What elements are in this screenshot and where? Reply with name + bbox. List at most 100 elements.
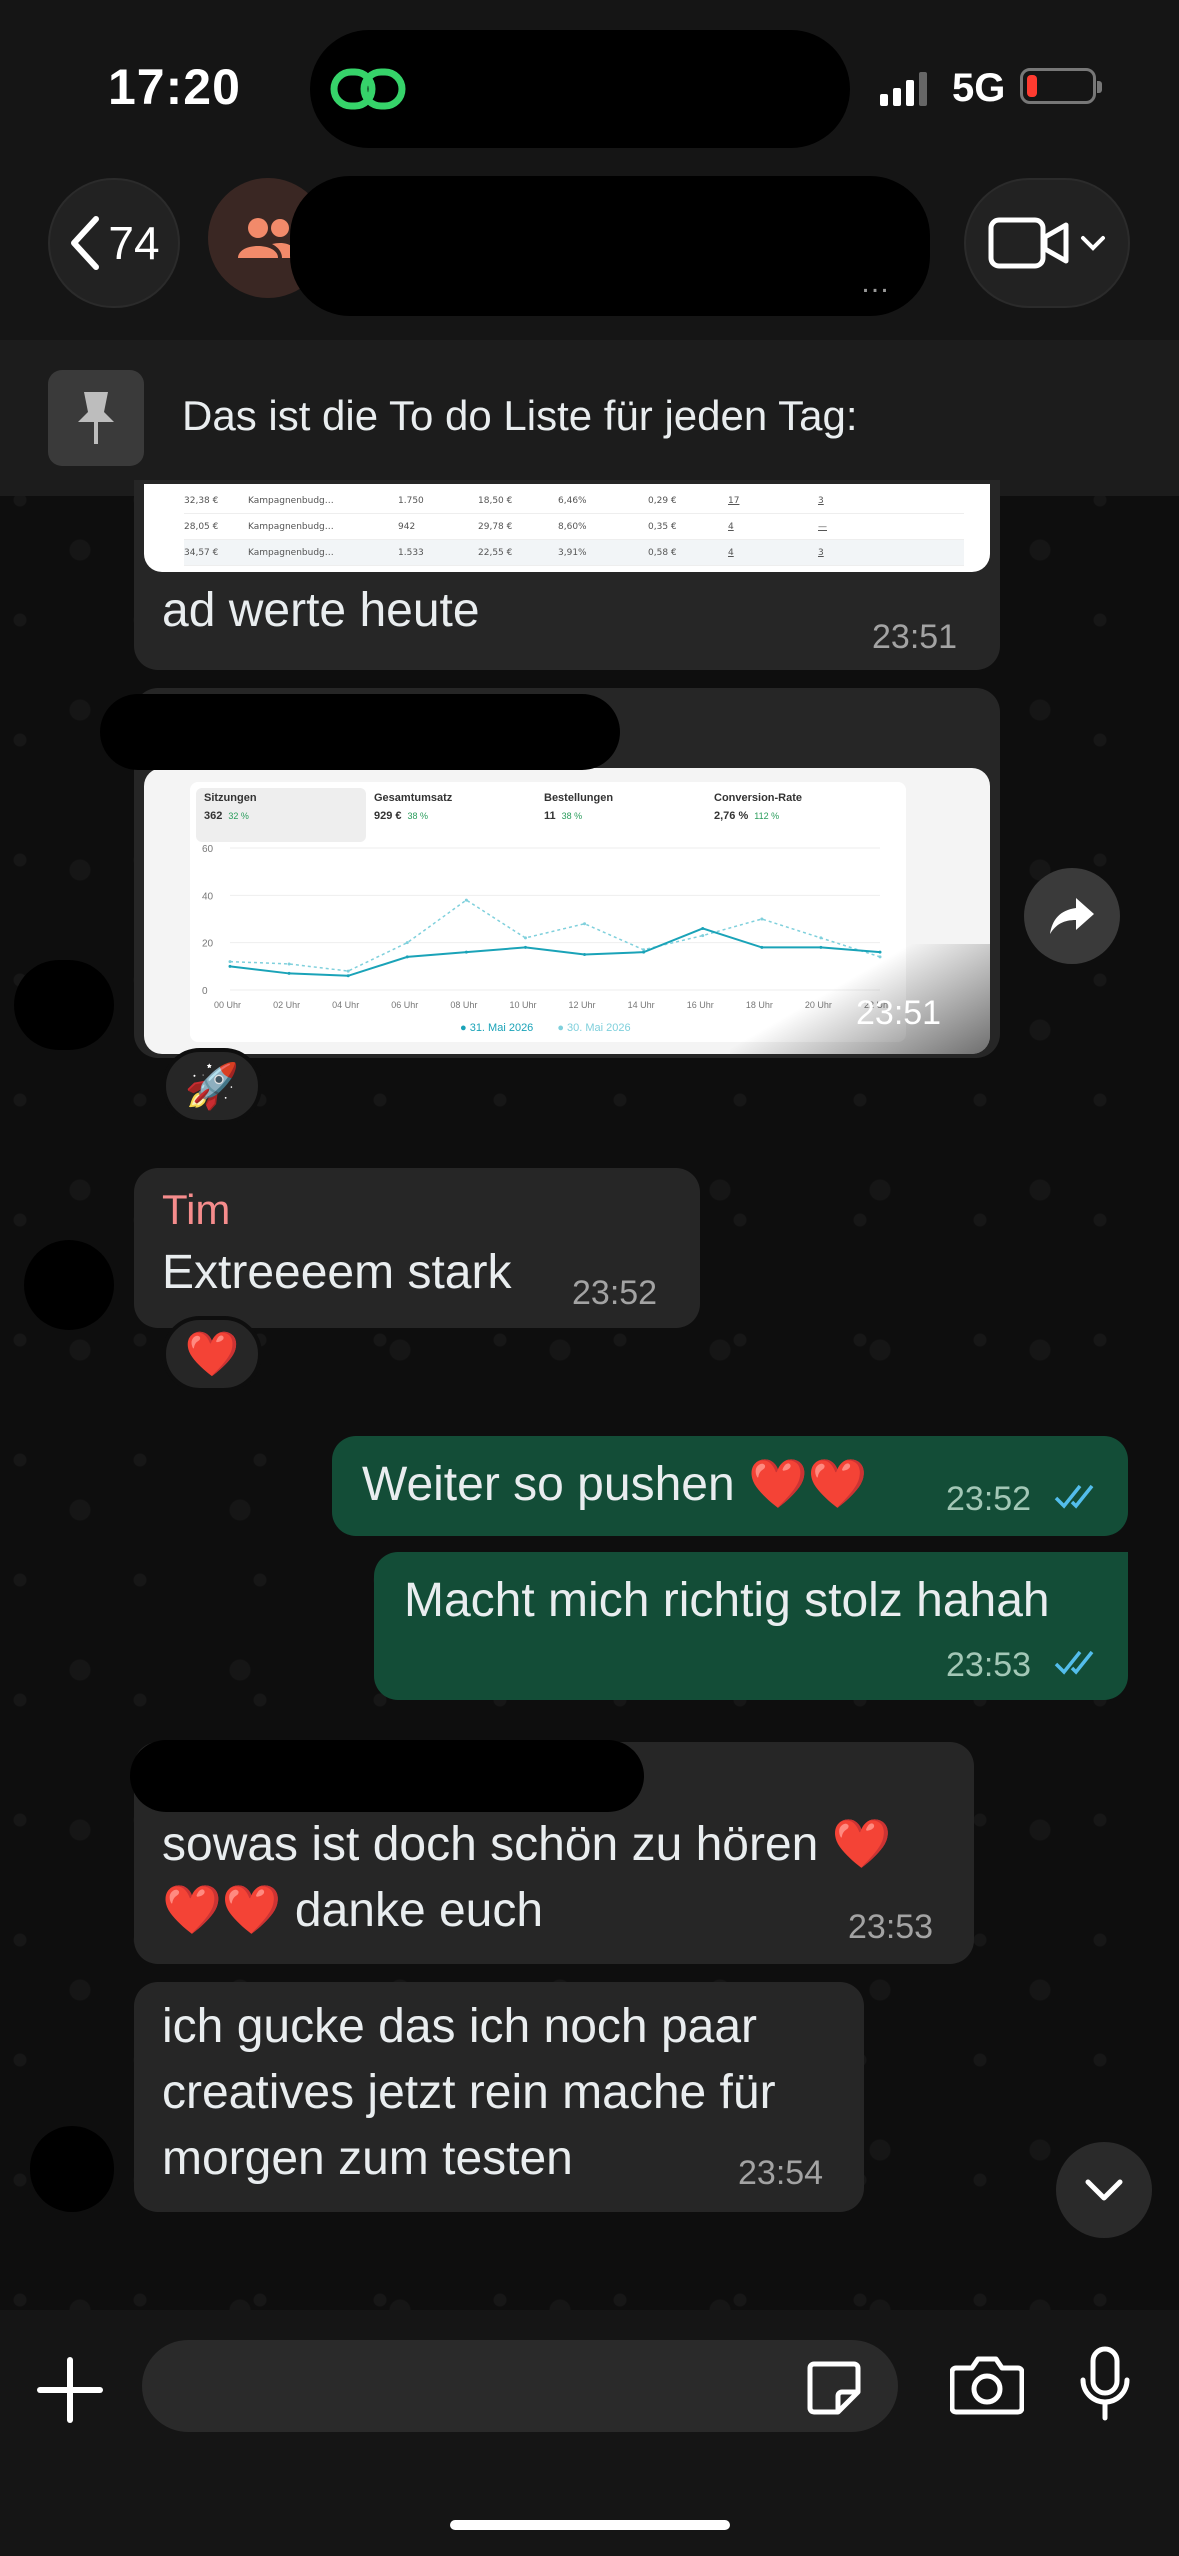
metric-card[interactable]: Sitzungen 362 32 %	[196, 788, 366, 842]
metric-card[interactable]: Gesamtumsatz 929 € 38 %	[366, 788, 536, 842]
group-subtitle: …	[860, 266, 890, 299]
metric-change: 38 %	[561, 811, 583, 821]
message-reaction[interactable]: 🚀	[162, 1048, 262, 1124]
x-tick-label: 16 Uhr	[687, 1000, 714, 1010]
x-tick-label: 06 Uhr	[391, 1000, 418, 1010]
table-cell: 0,35 €	[648, 521, 677, 532]
metric-number: 11	[544, 810, 556, 822]
table-cell: 1.533	[398, 547, 424, 558]
message-bubble[interactable]: ich gucke das ich noch paar creatives je…	[134, 1982, 864, 2212]
pinned-message-text: Das ist die To do Liste für jeden Tag:	[182, 392, 858, 439]
table-cell: 29,78 €	[478, 521, 513, 532]
redacted-sender-name	[100, 694, 620, 770]
table-cell: 28,05 €	[184, 521, 219, 532]
link-icon	[330, 68, 406, 110]
table-cell: 0,58 €	[648, 547, 677, 558]
microphone-icon[interactable]	[1078, 2346, 1132, 2422]
redacted-avatar	[14, 960, 114, 1050]
y-tick-label: 60	[202, 844, 214, 855]
message-text-line: ich gucke das ich noch paar	[162, 2000, 758, 2053]
camera-icon[interactable]	[950, 2354, 1024, 2416]
table-cell: 4	[728, 547, 734, 558]
message-text-line: sowas ist doch schön zu hören ❤️	[162, 1818, 892, 1871]
read-receipt-icon	[1054, 1650, 1094, 1675]
forward-button[interactable]	[1024, 868, 1120, 964]
metric-value: 11 38 %	[544, 810, 698, 822]
data-point	[405, 941, 409, 945]
data-point	[228, 960, 232, 964]
message-text: Macht mich richtig stolz hahah	[404, 1574, 1050, 1627]
metric-number: 2,76 %	[714, 810, 749, 822]
message-reaction[interactable]: ❤️	[162, 1316, 262, 1392]
metric-label: Sitzungen	[204, 792, 257, 804]
metric-number: 929 €	[374, 810, 402, 822]
table-cell: 3	[818, 547, 824, 558]
message-text-line: ❤️❤️ danke euch	[162, 1884, 544, 1937]
plus-icon[interactable]	[36, 2356, 104, 2424]
table-cell: —	[818, 521, 827, 532]
back-button[interactable]: 74	[48, 178, 180, 308]
table-cell: 18,50 €	[478, 495, 513, 506]
data-point	[701, 926, 705, 930]
message-time: 23:52	[572, 1274, 658, 1312]
data-point	[642, 950, 646, 954]
table-screenshot-image[interactable]: 32,38 € Kampagnenbudg… 1.750 18,50 € 6,46% 0,…	[144, 484, 990, 572]
table-cell: Kampagnenbudg…	[248, 547, 334, 558]
video-camera-icon	[988, 217, 1069, 269]
metric-label: Gesamtumsatz	[374, 792, 453, 804]
redacted-avatar	[24, 1240, 114, 1330]
message-text-line: morgen zum testen	[162, 2132, 573, 2185]
metric-change: 38 %	[407, 811, 429, 821]
y-tick-label: 0	[202, 986, 208, 997]
chevron-left-icon	[71, 216, 100, 270]
metric-value: 2,76 % 112 %	[714, 810, 868, 822]
data-point	[819, 936, 823, 940]
message-bubble[interactable]: 32,38 € Kampagnenbudg… 1.750 18,50 € 6,46% 0,…	[134, 480, 1000, 670]
x-tick-label: 00 Uhr	[214, 1000, 241, 1010]
redacted-sender-name	[130, 1740, 644, 1812]
data-point	[287, 962, 291, 966]
chevron-down-icon	[1085, 2179, 1123, 2201]
data-point	[464, 898, 468, 902]
home-indicator	[450, 2520, 730, 2530]
table-row: 34,57 € Kampagnenbudg… 1.533 22,55 € 3,91% 0,…	[184, 540, 964, 566]
table-cell: Kampagnenbudg…	[248, 495, 334, 506]
chat-header: 74 …	[0, 170, 1179, 340]
data-point	[701, 934, 705, 938]
analytics-screenshot-image[interactable]: Sitzungen 362 32 % Gesamtumsatz 929 €38 % Bes…	[144, 768, 990, 1054]
x-tick-label: 10 Uhr	[509, 1000, 536, 1010]
x-tick-label: 08 Uhr	[450, 1000, 477, 1010]
message-text: ad werte heute	[162, 584, 480, 637]
scroll-to-bottom-button[interactable]	[1056, 2142, 1152, 2238]
battery-icon	[1020, 68, 1102, 104]
data-point	[405, 955, 409, 959]
table-cell: 22,55 €	[478, 547, 513, 558]
message-bubble[interactable]: Tim Extreeeem stark 23:52	[134, 1168, 700, 1328]
metric-card[interactable]: Bestellungen 11 38 %	[536, 788, 706, 842]
network-label: 5G	[952, 66, 1006, 110]
chart-legend: ● 31. Mai 2026 ● 30. Mai 2026	[460, 1022, 631, 1034]
pin-icon	[48, 370, 144, 466]
message-time: 23:54	[738, 2154, 824, 2192]
sticker-icon[interactable]	[806, 2360, 862, 2416]
message-text: Extreeeem stark	[162, 1246, 512, 1299]
table-row: 32,38 € Kampagnenbudg… 1.750 18,50 € 6,46% 0,…	[184, 488, 964, 514]
unread-count: 74	[108, 217, 160, 269]
table-cell: 4	[728, 521, 734, 532]
message-bubble-outgoing[interactable]: Weiter so pushen ❤️❤️ 23:52	[332, 1436, 1128, 1536]
data-point	[523, 936, 527, 940]
metric-card[interactable]: Conversion-Rate 2,76 % 112 %	[706, 788, 876, 842]
ads-table: 32,38 € Kampagnenbudg… 1.750 18,50 € 6,46% 0,…	[184, 488, 964, 566]
data-point	[346, 969, 350, 973]
legend-item: ● 31. Mai 2026	[460, 1022, 534, 1034]
message-text-line: creatives jetzt rein mache für	[162, 2066, 776, 2119]
data-point	[464, 950, 468, 954]
message-input[interactable]	[142, 2340, 898, 2432]
message-time: 23:53	[946, 1646, 1032, 1684]
table-cell: Kampagnenbudg…	[248, 521, 334, 532]
message-bubble-outgoing[interactable]: Macht mich richtig stolz hahah 23:53	[374, 1552, 1128, 1700]
data-point	[583, 922, 587, 926]
x-tick-label: 12 Uhr	[569, 1000, 596, 1010]
pinned-message-bar[interactable]: Das ist die To do Liste für jeden Tag:	[0, 340, 1179, 496]
video-call-button[interactable]	[964, 178, 1130, 308]
